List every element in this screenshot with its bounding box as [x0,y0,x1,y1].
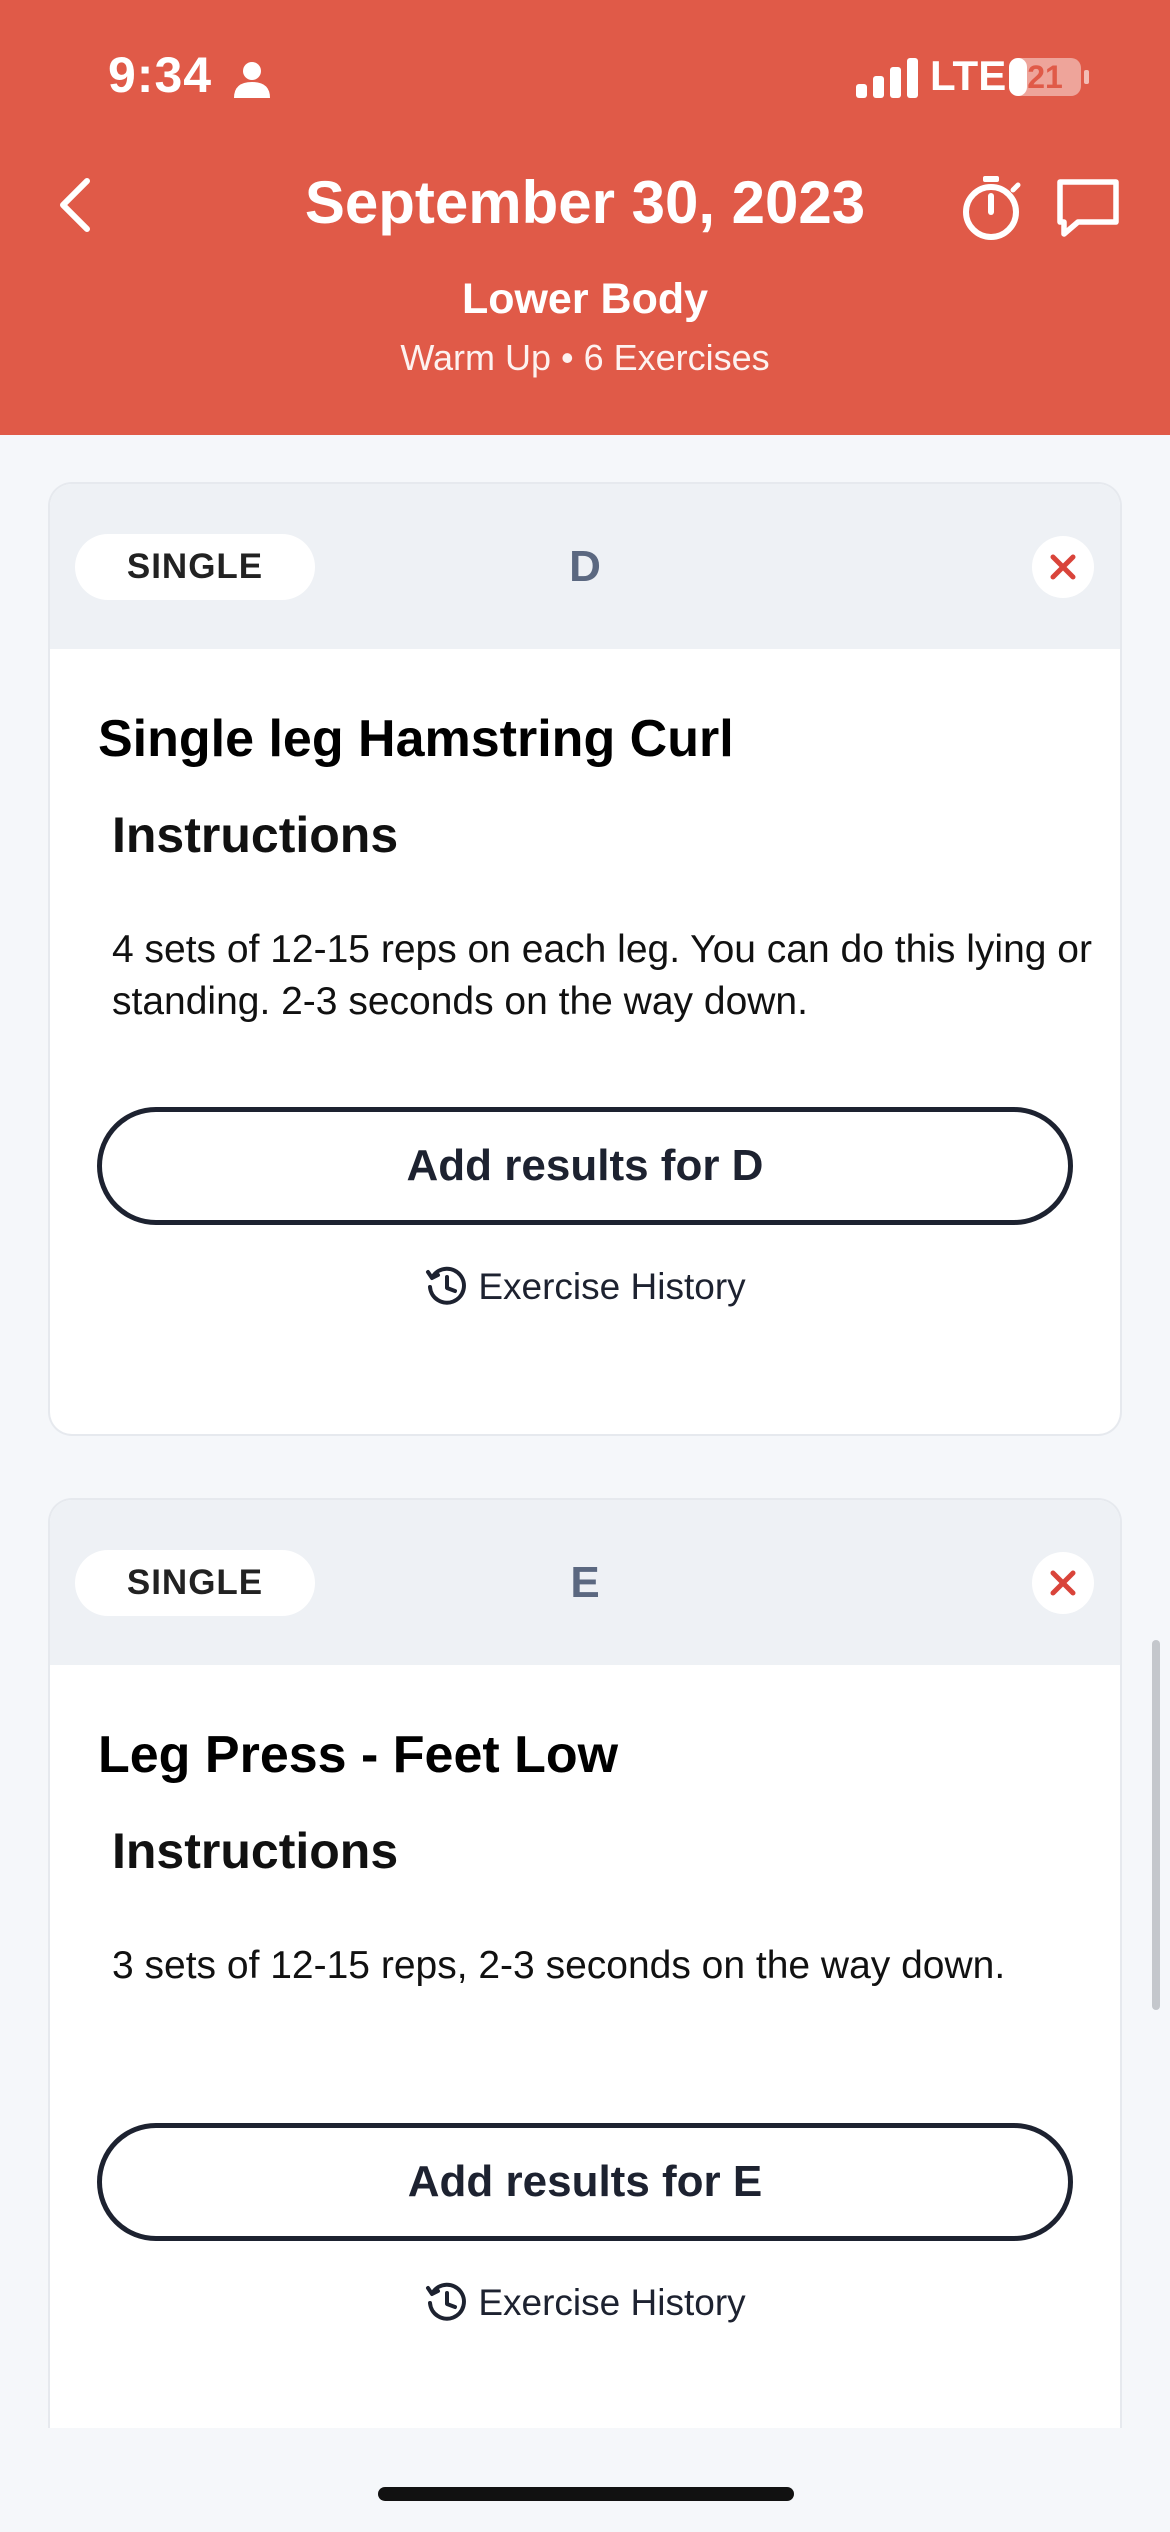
exercise-card-header: SINGLE D [50,484,1120,649]
add-results-button[interactable]: Add results for E [97,2123,1073,2241]
chat-button[interactable] [1052,172,1124,244]
exercise-title: Single leg Hamstring Curl [98,710,734,768]
home-indicator[interactable] [378,2487,794,2501]
bottom-area [0,2428,1170,2532]
exercise-title: Leg Press - Feet Low [98,1726,619,1784]
instructions-text: 4 sets of 12-15 reps on each leg. You ca… [112,928,1092,1023]
history-icon [426,1266,467,1305]
exercise-letter: E [570,1558,600,1607]
instructions-heading: Instructions [112,807,399,863]
page-title: September 30, 2023 [304,169,866,236]
signal-icon [856,58,918,98]
stopwatch-icon [963,176,1021,240]
exercise-history-link[interactable]: Exercise History [50,1252,1120,1322]
close-icon [1050,1570,1076,1596]
timer-button[interactable] [955,172,1027,244]
remove-exercise-button[interactable] [1032,1552,1094,1614]
close-icon [1050,554,1076,580]
exercise-history-label: Exercise History [478,1266,746,1307]
add-results-button[interactable]: Add results for D [97,1107,1073,1225]
app-header: 9:34 LTE 21 September 30, 2023 Lower Bod… [0,0,1170,435]
exercise-history-link[interactable]: Exercise History [50,2268,1120,2338]
battery-level: 21 [1027,59,1063,95]
back-chevron-icon [60,178,90,232]
instructions-text: 3 sets of 12-15 reps, 2-3 seconds on the… [112,1944,1006,1987]
instructions-heading: Instructions [112,1823,399,1879]
workout-meta: Warm Up • 6 Exercises [400,337,770,378]
exercise-letter: D [569,542,601,591]
nav-bar: September 30, 2023 [0,150,1170,270]
exercise-card-header: SINGLE E [50,1500,1120,1665]
exercise-history-label: Exercise History [478,2282,746,2323]
history-icon [426,2282,467,2321]
scrollbar[interactable] [1152,1640,1160,2010]
network-label: LTE [930,52,1007,99]
workout-name: Lower Body [461,275,709,323]
back-button[interactable] [40,170,110,240]
chat-icon [1057,179,1119,237]
exercise-card: SINGLE D Single leg Hamstring Curl Instr… [50,484,1120,1434]
status-time: 9:34 [108,47,213,103]
remove-exercise-button[interactable] [1032,536,1094,598]
status-bar: 9:34 LTE 21 [0,0,1170,150]
exercise-card: SINGLE E Leg Press - Feet Low Instructio… [50,1500,1120,2500]
person-icon [234,62,270,98]
